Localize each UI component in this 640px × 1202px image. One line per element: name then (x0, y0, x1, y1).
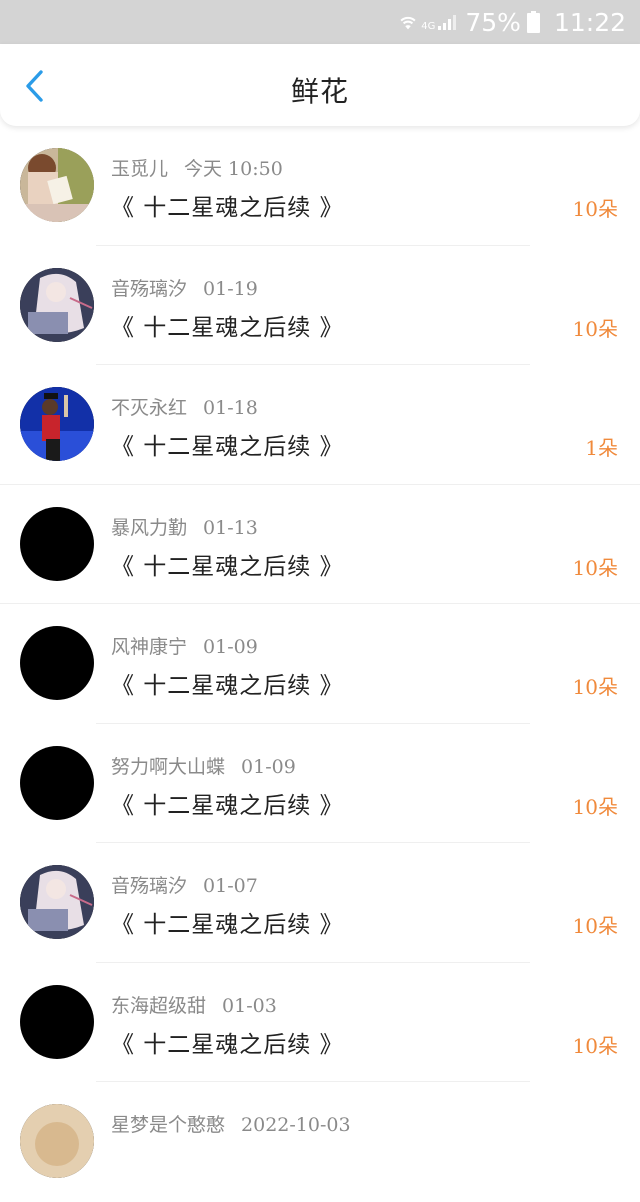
gift-meta: 风神康宁 01-09 (111, 632, 258, 659)
flower-count: 10朵 (572, 1033, 618, 1058)
gift-date: 今天 10:50 (184, 158, 283, 180)
avatar[interactable] (20, 1104, 94, 1178)
avatar[interactable] (20, 745, 94, 820)
book-title[interactable]: 《 十二星魂之后续 》 (111, 427, 344, 461)
gift-meta: 音殇璃汐 01-07 (111, 871, 258, 898)
avatar[interactable] (20, 865, 94, 939)
flower-count: 10朵 (572, 197, 618, 221)
book-title[interactable]: 《 十二星魂之后续 》 (111, 188, 344, 222)
user-name[interactable]: 东海超级甜 (111, 995, 206, 1017)
user-name[interactable]: 不灭永红 (111, 397, 187, 419)
book-title[interactable]: 《 十二星魂之后续 》 (111, 786, 344, 820)
gift-row[interactable]: 音殇璃汐 01-07 《 十二星魂之后续 》 10朵 (0, 843, 640, 963)
user-name[interactable]: 暴风力勤 (111, 517, 187, 539)
user-name[interactable]: 音殇璃汐 (111, 875, 187, 897)
gift-meta: 不灭永红 01-18 (111, 393, 258, 420)
gift-row[interactable]: 音殇璃汐 01-19 《 十二星魂之后续 》 10朵 (0, 246, 640, 365)
flower-count: 10朵 (572, 675, 618, 699)
gift-date: 01-09 (241, 755, 296, 778)
flower-count: 10朵 (572, 914, 618, 938)
gift-list: 玉觅儿 今天 10:50 《 十二星魂之后续 》 10朵 音殇璃汐 01-19 《 十二星魂… (0, 126, 640, 1202)
gift-meta: 东海超级甜 01-03 (111, 991, 277, 1018)
book-title[interactable]: 《 十二星魂之后续 》 (111, 666, 344, 700)
gift-date: 01-03 (222, 994, 277, 1017)
gift-date: 01-19 (203, 277, 258, 300)
gift-meta: 玉觅儿 今天 10:50 (111, 154, 283, 181)
status-time: 11:22 (553, 7, 626, 37)
user-name[interactable]: 玉觅儿 (111, 158, 168, 180)
gift-date: 01-13 (203, 516, 258, 539)
flower-count: 10朵 (572, 555, 618, 580)
network-label: 4G (421, 21, 436, 32)
gift-row[interactable]: 东海超级甜 01-03 《 十二星魂之后续 》 10朵 (0, 963, 640, 1082)
user-name[interactable]: 音殇璃汐 (111, 278, 187, 300)
book-title[interactable]: 《 十二星魂之后续 》 (111, 547, 344, 581)
gift-row[interactable]: 暴风力勤 01-13 《 十二星魂之后续 》 10朵 (0, 485, 640, 604)
gift-date: 2022-10-03 (241, 1114, 351, 1136)
gift-meta: 音殇璃汐 01-19 (111, 274, 258, 301)
gift-date: 01-09 (203, 636, 258, 658)
gift-meta: 努力啊大山蝶 01-09 (111, 752, 296, 779)
gift-row[interactable]: 努力啊大山蝶 01-09 《 十二星魂之后续 》 10朵 (0, 724, 640, 843)
flower-count: 10朵 (572, 316, 618, 341)
book-title[interactable]: 《 十二星魂之后续 》 (111, 308, 344, 342)
flower-count: 10朵 (572, 794, 618, 819)
gift-date: 01-18 (203, 397, 258, 419)
gift-row[interactable]: 不灭永红 01-18 《 十二星魂之后续 》 1朵 (0, 365, 640, 485)
nav-header: 鲜花 (0, 44, 640, 126)
book-title[interactable]: 《 十二星魂之后续 》 (111, 1025, 344, 1059)
gift-meta: 星梦是个憨憨 2022-10-03 (111, 1110, 351, 1137)
battery-percent: 75% (465, 7, 521, 37)
battery-icon (526, 11, 540, 33)
gift-meta: 暴风力勤 01-13 (111, 513, 258, 540)
avatar[interactable] (20, 387, 94, 461)
avatar[interactable] (20, 148, 94, 222)
gift-row[interactable]: 星梦是个憨憨 2022-10-03 (0, 1082, 640, 1202)
gift-row[interactable]: 玉觅儿 今天 10:50 《 十二星魂之后续 》 10朵 (0, 126, 640, 246)
gift-date: 01-07 (203, 875, 258, 897)
avatar[interactable] (20, 267, 94, 342)
avatar[interactable] (20, 984, 94, 1059)
signal-icon (438, 15, 457, 30)
gift-row[interactable]: 风神康宁 01-09 《 十二星魂之后续 》 10朵 (0, 604, 640, 724)
status-bar: 4G 75% 11:22 (0, 0, 640, 44)
page-title: 鲜花 (290, 75, 349, 108)
avatar[interactable] (20, 626, 94, 700)
avatar[interactable] (20, 506, 94, 581)
book-title[interactable]: 《 十二星魂之后续 》 (111, 905, 344, 939)
flower-count: 1朵 (585, 436, 618, 460)
user-name[interactable]: 努力啊大山蝶 (111, 756, 225, 778)
wifi-icon (400, 16, 416, 30)
user-name[interactable]: 星梦是个憨憨 (111, 1114, 225, 1136)
user-name[interactable]: 风神康宁 (111, 636, 187, 658)
